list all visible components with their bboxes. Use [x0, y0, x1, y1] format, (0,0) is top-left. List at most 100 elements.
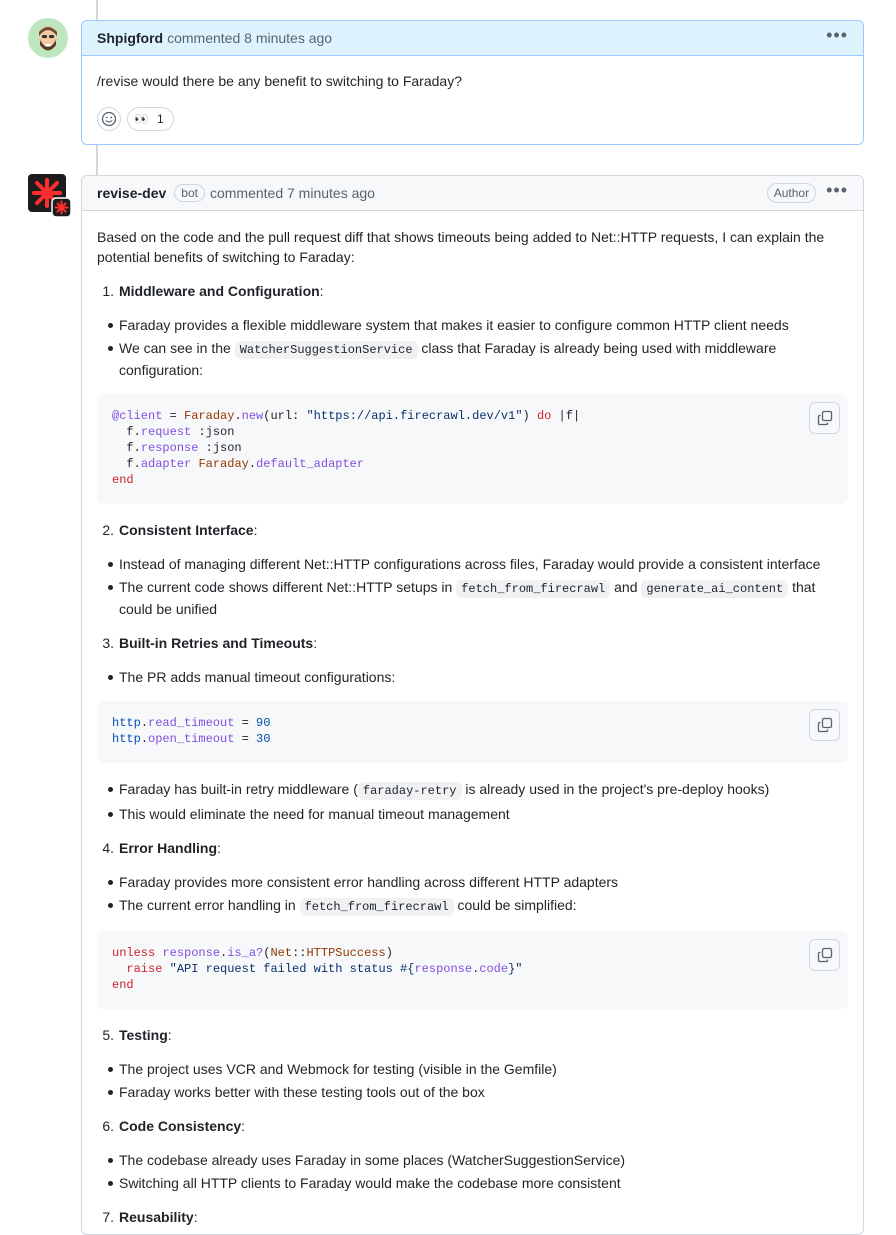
intro-paragraph: Based on the code and the pull request d…	[97, 229, 825, 265]
code-token: @client	[112, 409, 163, 423]
code-token: open_timeout	[148, 732, 235, 746]
section-title: Consistent Interface	[119, 522, 254, 538]
comment-shpigford: Shpigford commented 8 minutes ago ••• /r…	[81, 20, 864, 145]
code-token: )	[385, 946, 393, 960]
code-block[interactable]: @client = Faraday.new(url: "https://api.…	[97, 394, 848, 504]
avatar-shpigford[interactable]	[28, 18, 68, 58]
avatar-revise-dev[interactable]	[28, 174, 72, 218]
bullet-list: The codebase already uses Faraday in som…	[97, 1150, 848, 1193]
list-item: This would eliminate the need for manual…	[108, 804, 848, 824]
section-title: Reusability	[119, 1209, 194, 1225]
copy-icon	[817, 410, 832, 426]
code-line: f.request :json	[112, 425, 234, 439]
code-token: do	[536, 409, 552, 423]
inline-code: WatcherSuggestionService	[234, 341, 418, 359]
list-item: Faraday has built-in retry middleware (f…	[108, 779, 848, 801]
inline-code: generate_ai_content	[641, 580, 789, 598]
avatar-face-icon	[28, 18, 68, 58]
code-token: "API request failed with status #{	[162, 962, 415, 976]
code-token: code	[479, 962, 509, 976]
code-token: "https://api.firecrawl.dev/v1"	[306, 409, 523, 423]
section-colon: :	[319, 283, 324, 299]
timeline-line-top	[96, 0, 98, 20]
code-block[interactable]: http.read_timeout = 90 http.open_timeout…	[97, 701, 848, 763]
code-line: unless response.is_a?(Net::HTTPSuccess)	[112, 946, 393, 960]
comment-timestamp[interactable]: commented 8 minutes ago	[167, 30, 332, 46]
eyes-icon: 👀	[134, 112, 149, 126]
kebab-horizontal-icon[interactable]: •••	[826, 181, 848, 205]
code-token: f.	[112, 425, 141, 439]
section-title: Testing	[119, 1027, 168, 1043]
section-number: 3.	[102, 635, 114, 651]
copy-button[interactable]	[809, 709, 840, 741]
code-token: http	[112, 732, 141, 746]
code-token: }"	[508, 962, 523, 976]
text: The current code shows different Net::HT…	[119, 579, 457, 595]
bullet-list: Instead of managing different Net::HTTP …	[97, 554, 848, 619]
inline-code: faraday-retry	[357, 782, 462, 800]
comment-author-link[interactable]: revise-dev	[97, 185, 166, 201]
code-token: .	[248, 457, 257, 471]
code-block[interactable]: unless response.is_a?(Net::HTTPSuccess) …	[97, 931, 848, 1009]
list-item: The PR adds manual timeout configuration…	[108, 667, 848, 687]
code-token: raise	[126, 962, 163, 976]
code-line: f.adapter Faraday.default_adapter	[112, 457, 364, 471]
section-number: 4.	[102, 840, 114, 856]
list-item: The codebase already uses Faraday in som…	[108, 1150, 848, 1170]
bullet-list: The PR adds manual timeout configuration…	[97, 667, 848, 687]
section-number: 6.	[102, 1118, 114, 1134]
bullet-list: Faraday has built-in retry middleware (f…	[97, 779, 848, 824]
copy-icon	[817, 947, 832, 963]
code-line: http.open_timeout = 30	[112, 732, 270, 746]
copy-button[interactable]	[809, 402, 840, 434]
code-token: default_adapter	[256, 457, 365, 471]
text: Faraday has built-in retry middleware (	[119, 781, 358, 797]
code-line: http.read_timeout = 90	[112, 716, 270, 730]
reaction-count: 1	[156, 112, 164, 126]
code-token: :json	[198, 441, 242, 455]
code-token: 30	[256, 732, 271, 746]
comment-author-link[interactable]: Shpigford	[97, 30, 163, 46]
section-colon: :	[217, 840, 221, 856]
code-token: adapter	[140, 457, 192, 471]
code-token: =	[234, 716, 257, 730]
smiley-icon	[101, 111, 117, 127]
list-item: The current code shows different Net::HT…	[108, 577, 848, 619]
list-item: Faraday provides a flexible middleware s…	[108, 315, 848, 335]
list-item: The project uses VCR and Webmock for tes…	[108, 1059, 848, 1079]
author-badge: Author	[766, 183, 817, 203]
copy-button[interactable]	[809, 939, 840, 971]
section-colon: :	[241, 1118, 246, 1134]
section-heading: 2. Consistent Interface:	[97, 520, 848, 540]
section-heading: 5. Testing:	[97, 1025, 848, 1045]
code-line: @client = Faraday.new(url: "https://api.…	[112, 409, 580, 423]
bullet-list: Faraday provides a flexible middleware s…	[97, 315, 848, 380]
comment-body: Based on the code and the pull request d…	[82, 211, 863, 1227]
reactions-bar: 👀 1	[97, 107, 848, 131]
list-item: Faraday works better with these testing …	[108, 1082, 848, 1102]
section-number: 1.	[102, 283, 114, 299]
text: and	[610, 579, 642, 595]
code-token: 90	[256, 716, 271, 730]
comment-text: /revise would there be any benefit to sw…	[97, 73, 462, 89]
code-token: Net	[270, 946, 293, 960]
copy-icon	[817, 717, 832, 733]
section-heading: 4. Error Handling:	[97, 838, 848, 858]
kebab-horizontal-icon[interactable]: •••	[826, 26, 848, 50]
text: could be simplified:	[453, 897, 577, 913]
add-reaction-button[interactable]	[97, 107, 121, 131]
bullet-list: Faraday provides more consistent error h…	[97, 872, 848, 917]
code-token: response	[140, 441, 199, 455]
eyes-reaction-button[interactable]: 👀 1	[127, 107, 174, 131]
code-line: end	[112, 473, 134, 487]
section-number: 2.	[102, 522, 114, 538]
section-colon: :	[313, 635, 318, 651]
code-line: end	[112, 978, 134, 992]
revise-logo-icon	[28, 174, 72, 218]
comment-timestamp[interactable]: commented 7 minutes ago	[210, 185, 375, 201]
code-token: unless	[112, 946, 156, 960]
section-colon: :	[253, 522, 258, 538]
code-token: .	[234, 409, 242, 423]
code-token: |f|	[551, 409, 581, 423]
